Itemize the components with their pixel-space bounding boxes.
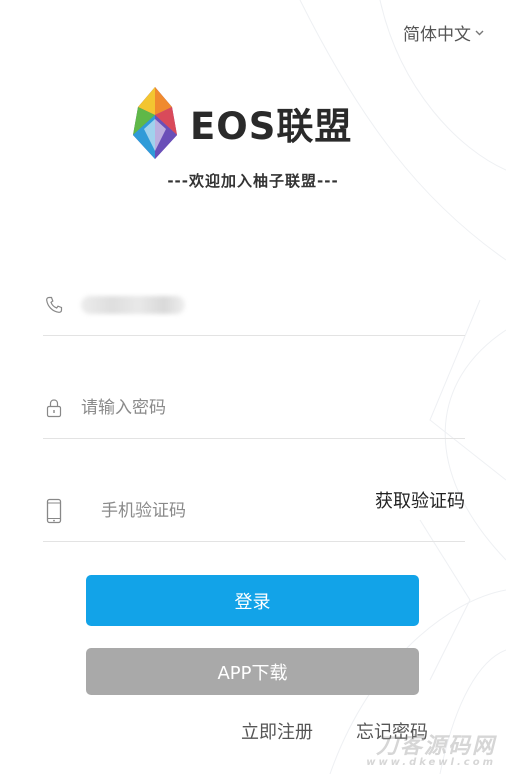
login-button[interactable]: 登录 [86, 575, 419, 626]
mobile-phone-icon [43, 498, 65, 524]
tagline: ---欢迎加入柚子联盟--- [167, 172, 339, 190]
sms-code-field-row: 获取验证码 [43, 481, 465, 542]
app-download-button[interactable]: APP下载 [86, 648, 419, 695]
brand-logo: EOS联盟 [130, 82, 380, 164]
watermark-url: www.dkewl.com [366, 757, 496, 768]
lock-icon [43, 396, 65, 420]
watermark: 刀客源码网 www.dkewl.com [366, 735, 496, 768]
watermark-main: 刀客源码网 [375, 733, 496, 759]
password-field-row [43, 378, 465, 439]
sms-code-input[interactable] [101, 496, 321, 526]
crystal-gem-icon [133, 87, 177, 159]
phone-value-redacted[interactable] [81, 296, 185, 314]
phone-icon [43, 293, 65, 317]
language-label: 简体中文 [403, 25, 471, 45]
login-page: 简体中文 EOS联盟 ---欢迎加入柚子联盟--- 手机验证码 获取验证码 登录… [0, 0, 506, 774]
language-selector[interactable]: 简体中文 [403, 20, 484, 45]
get-code-button[interactable]: 获取验证码 [375, 487, 465, 513]
brand-name: EOS联盟 [190, 105, 353, 148]
chevron-down-icon [475, 28, 484, 39]
password-input[interactable] [81, 393, 341, 423]
register-link[interactable]: 立即注册 [241, 718, 313, 744]
phone-field-row [43, 275, 465, 336]
